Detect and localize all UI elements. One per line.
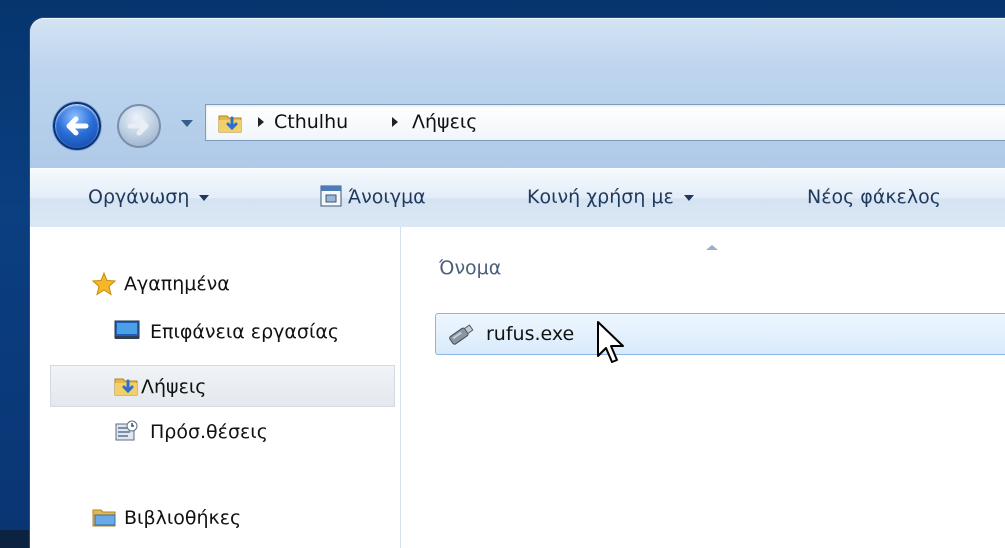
sort-ascending-icon	[706, 245, 718, 250]
share-with-label: Κοινή χρήση με	[527, 186, 674, 208]
breadcrumb-cthulhu[interactable]: Cthulhu	[274, 111, 348, 133]
breadcrumb-downloads[interactable]: Λήψεις	[412, 111, 477, 133]
back-arrow-icon	[66, 116, 89, 136]
back-button[interactable]	[53, 102, 101, 150]
navigation-pane: Αγαπημένα Επιφάνεια εργασίας Λήψεις Πρόσ…	[30, 227, 401, 548]
file-name: rufus.exe	[486, 323, 575, 345]
sidebar-item-desktop[interactable]: Επιφάνεια εργασίας	[30, 311, 398, 353]
sidebar-item-label: Λήψεις	[141, 376, 207, 398]
chevron-down-icon	[199, 194, 210, 201]
breadcrumb-separator[interactable]	[392, 117, 398, 127]
sidebar-item-label: Πρόσ.θέσεις	[150, 421, 268, 443]
organize-button[interactable]: Οργάνωση	[88, 186, 210, 208]
file-list-pane: Όνομα rufus.exe	[401, 227, 1005, 548]
navigation-row: Cthulhu Λήψεις	[30, 92, 1005, 154]
breadcrumb-separator[interactable]	[258, 117, 264, 127]
column-header-name[interactable]: Όνομα	[439, 257, 501, 279]
file-item-rufus[interactable]: rufus.exe	[435, 313, 1005, 355]
sidebar-item-label: Επιφάνεια εργασίας	[150, 321, 340, 343]
desktop-icon	[114, 320, 140, 339]
share-with-button[interactable]: Κοινή χρήση με	[527, 186, 694, 208]
sidebar-item-downloads[interactable]: Λήψεις	[50, 365, 395, 407]
address-bar[interactable]: Cthulhu Λήψεις	[205, 104, 1005, 141]
downloads-folder-icon	[114, 378, 138, 396]
chevron-down-icon	[683, 194, 694, 201]
command-bar: Οργάνωση Άνοιγμα Κοινή χρήση με Νέος φάκ…	[30, 168, 1005, 228]
downloads-folder-icon	[218, 115, 242, 133]
forward-button[interactable]	[117, 104, 161, 148]
star-icon	[92, 272, 116, 296]
sidebar-item-label: Αγαπημένα	[124, 273, 230, 295]
mouse-cursor-icon	[597, 321, 624, 363]
sidebar-item-favorites[interactable]: Αγαπημένα	[30, 263, 398, 305]
sidebar-item-libraries[interactable]: Βιβλιοθήκες	[30, 497, 398, 539]
explorer-window: Cthulhu Λήψεις Οργάνωση Άνοιγμα Κοινή χρ…	[30, 18, 1005, 548]
sidebar-item-recent-places[interactable]: Πρόσ.θέσεις	[30, 411, 398, 453]
new-folder-button[interactable]: Νέος φάκελος	[807, 186, 941, 208]
open-button[interactable]: Άνοιγμα	[348, 186, 426, 208]
organize-label: Οργάνωση	[88, 186, 190, 208]
usb-drive-icon	[449, 324, 474, 345]
recent-pages-dropdown[interactable]	[181, 120, 193, 127]
sidebar-item-label: Βιβλιοθήκες	[124, 507, 242, 529]
forward-arrow-icon	[127, 116, 149, 136]
libraries-icon	[92, 509, 116, 527]
recent-places-icon	[115, 420, 138, 441]
open-icon	[320, 185, 342, 207]
